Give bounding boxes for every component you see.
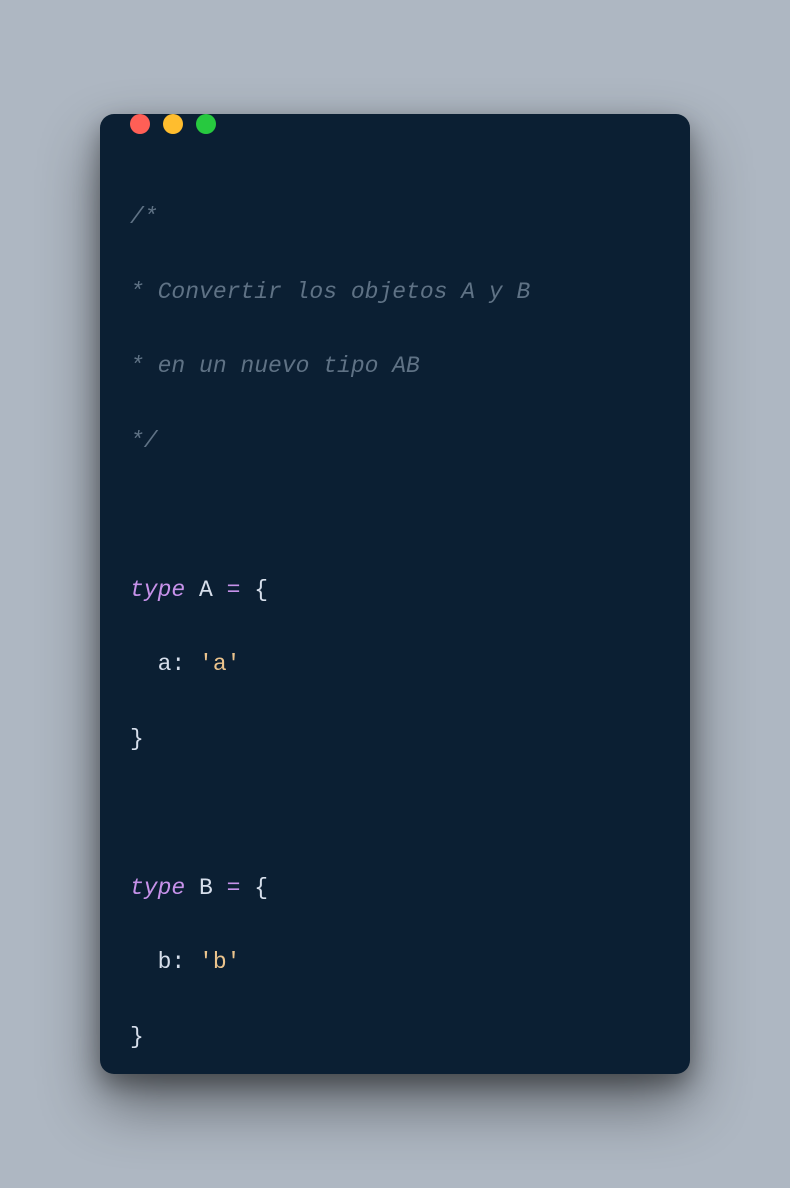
indent (130, 651, 158, 677)
brace-close: } (130, 1024, 144, 1050)
prop-name: a (158, 651, 172, 677)
brace-open: { (254, 577, 268, 603)
code-block: /* * Convertir los objetos A y B * en un… (100, 134, 690, 1074)
space (185, 577, 199, 603)
close-icon[interactable] (130, 114, 150, 134)
brace-open: { (254, 875, 268, 901)
string-literal: 'a' (199, 651, 240, 677)
keyword-type: type (130, 577, 185, 603)
window-titlebar (100, 114, 690, 134)
comment-line: */ (130, 428, 158, 454)
comment-line: * en un nuevo tipo AB (130, 353, 420, 379)
comment-line: * Convertir los objetos A y B (130, 279, 530, 305)
operator-equals: = (227, 577, 241, 603)
string-literal: 'b' (199, 949, 240, 975)
operator-equals: = (227, 875, 241, 901)
colon: : (171, 651, 185, 677)
code-window: /* * Convertir los objetos A y B * en un… (100, 114, 690, 1074)
prop-name: b (158, 949, 172, 975)
zoom-icon[interactable] (196, 114, 216, 134)
indent (130, 949, 158, 975)
minimize-icon[interactable] (163, 114, 183, 134)
colon: : (171, 949, 185, 975)
comment-line: /* (130, 204, 158, 230)
keyword-type: type (130, 875, 185, 901)
type-name: B (199, 875, 213, 901)
brace-close: } (130, 726, 144, 752)
type-name: A (199, 577, 213, 603)
